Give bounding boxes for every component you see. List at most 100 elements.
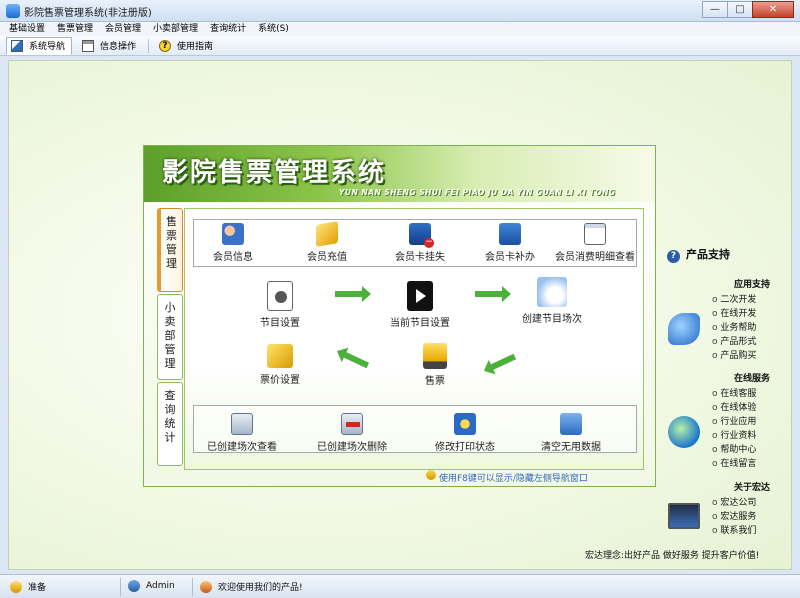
clear-data-button[interactable]: 清空无用数据 [531, 413, 611, 453]
print-status-label: 修改打印状态 [435, 442, 495, 453]
print-status-icon [454, 413, 476, 435]
user-icon [128, 580, 140, 592]
status-user-label: Admin [146, 581, 175, 591]
delete-sessions-button[interactable]: 已创建场次删除 [309, 413, 395, 453]
card-reissue-label: 会员卡补办 [485, 252, 535, 263]
link-service[interactable]: 宏达服务 [712, 510, 756, 524]
tab-info-operation-label: 信息操作 [100, 42, 137, 52]
product-support-label: 产品支持 [686, 248, 730, 261]
panel-banner: 影院售票管理系统 YUN NAN SHENG SHUI FEI PIAO JU … [144, 146, 655, 202]
panel-subtitle: YUN NAN SHENG SHUI FEI PIAO JU DA YIN GU… [339, 188, 616, 197]
status-bar: 准备 Admin 欢迎使用我们的产品! [0, 574, 800, 598]
card-loss-label: 会员卡挂失 [395, 252, 445, 263]
member-recharge-label: 会员充值 [307, 252, 347, 263]
minimize-button[interactable]: — [702, 1, 728, 18]
link-industry-materials[interactable]: 行业资料 [712, 429, 756, 443]
status-ready: 准备 [10, 580, 46, 593]
globe-icon [668, 416, 700, 448]
view-sessions-label: 已创建场次查看 [207, 442, 277, 453]
status-icon [10, 580, 22, 593]
member-info-button[interactable]: 会员信息 [203, 223, 263, 263]
price-settings-button[interactable]: 票价设置 [250, 344, 310, 386]
consumption-detail-label: 会员消费明细查看 [555, 252, 635, 263]
close-button[interactable]: ✕ [752, 1, 794, 18]
status-divider [192, 578, 193, 596]
navigation-panel: 影院售票管理系统 YUN NAN SHENG SHUI FEI PIAO JU … [143, 145, 656, 487]
card-loss-button[interactable]: 会员卡挂失 [385, 223, 455, 263]
card-reissue-button[interactable]: 会员卡补办 [475, 223, 545, 263]
menu-member-management[interactable]: 会员管理 [99, 22, 147, 36]
link-secondary-dev[interactable]: 二次开发 [712, 293, 756, 307]
status-ready-label: 准备 [28, 583, 47, 593]
sell-ticket-button[interactable]: 售票 [410, 343, 460, 387]
create-session-button[interactable]: 创建节目场次 [507, 277, 597, 325]
link-online-trial[interactable]: 在线体验 [712, 401, 756, 415]
sell-ticket-label: 售票 [425, 376, 445, 387]
app-support-list: 二次开发 在线开发 业务帮助 产品形式 产品购买 [712, 293, 756, 363]
tab-user-guide-label: 使用指南 [177, 42, 214, 52]
current-program-label: 当前节目设置 [390, 318, 450, 329]
about-list: 宏达公司 宏达服务 联系我们 [712, 496, 756, 538]
create-session-label: 创建节目场次 [522, 314, 582, 325]
link-company[interactable]: 宏达公司 [712, 496, 756, 510]
tab-info-operation[interactable]: 信息操作 [78, 37, 142, 55]
online-service-heading: 在线服务 [734, 374, 771, 384]
view-sessions-button[interactable]: 已创建场次查看 [199, 413, 285, 453]
maximize-button[interactable]: □ [727, 1, 753, 18]
flow-arrow-left-2 [342, 351, 370, 369]
status-user: Admin [128, 580, 175, 592]
ticket-machine-icon [423, 343, 447, 369]
monitor-icon [668, 503, 700, 529]
link-contact[interactable]: 联系我们 [712, 524, 756, 538]
window-icon [82, 39, 95, 52]
tab-system-navigation-label: 系统导航 [29, 42, 66, 52]
menu-shop-management[interactable]: 小卖部管理 [147, 22, 204, 36]
status-welcome-label: 欢迎使用我们的产品! [218, 583, 303, 593]
link-help-center[interactable]: 帮助中心 [712, 443, 756, 457]
question-icon: ? [667, 250, 680, 263]
flow-arrow-left-1 [489, 353, 517, 371]
print-status-button[interactable]: 修改打印状态 [425, 413, 505, 453]
navigation-icon [11, 39, 23, 52]
title-bar: 影院售票管理系统(非注册版) — □ ✕ [0, 0, 800, 22]
link-online-dev[interactable]: 在线开发 [712, 307, 756, 321]
card-edit-icon [499, 223, 521, 245]
program-settings-button[interactable]: 节目设置 [245, 281, 315, 329]
link-business-help[interactable]: 业务帮助 [712, 321, 756, 335]
tab-system-navigation[interactable]: 系统导航 [6, 36, 73, 55]
cleanup-icon [560, 413, 582, 435]
menu-basic-settings[interactable]: 基础设置 [0, 22, 51, 36]
price-settings-label: 票价设置 [260, 375, 300, 386]
film-reel-icon [267, 281, 293, 311]
current-program-button[interactable]: 当前节目设置 [375, 281, 465, 329]
menu-bar: 基础设置 售票管理 会员管理 小卖部管理 查询统计 系统(S) [0, 22, 800, 36]
side-tab-shop-management[interactable]: 小卖部管理 [157, 294, 183, 380]
link-industry-application[interactable]: 行业应用 [712, 415, 756, 429]
side-tab-query-statistics[interactable]: 查询统计 [157, 382, 183, 466]
help-icon: ? [159, 39, 172, 52]
tab-user-guide[interactable]: ? 使用指南 [155, 37, 219, 55]
link-product-form[interactable]: 产品形式 [712, 335, 756, 349]
menu-ticket-management[interactable]: 售票管理 [51, 22, 99, 36]
side-tab-ticket-management[interactable]: 售票管理 [157, 208, 183, 292]
tip-icon [426, 470, 436, 480]
member-recharge-button[interactable]: 会员充值 [297, 221, 357, 263]
play-icon [407, 281, 433, 311]
status-divider [120, 578, 121, 596]
member-info-label: 会员信息 [213, 252, 253, 263]
document-icon [584, 223, 606, 245]
toolbar: 系统导航 信息操作 ? 使用指南 [0, 36, 800, 56]
panel-content: 会员信息 会员充值 会员卡挂失 会员卡补办 会员消费明细查看 节目设置 当前节目… [184, 208, 644, 470]
price-coins-icon [267, 344, 293, 368]
delete-sessions-label: 已创建场次删除 [317, 442, 387, 453]
menu-system[interactable]: 系统(S) [252, 22, 295, 36]
link-online-support[interactable]: 在线客服 [712, 387, 756, 401]
consumption-detail-button[interactable]: 会员消费明细查看 [553, 223, 637, 263]
flow-arrow-right-2 [475, 286, 511, 302]
clear-data-label: 清空无用数据 [541, 442, 601, 453]
menu-query-statistics[interactable]: 查询统计 [204, 22, 252, 36]
toolbar-separator [148, 38, 150, 53]
link-online-message[interactable]: 在线留言 [712, 457, 756, 471]
panel-title: 影院售票管理系统 [162, 158, 387, 188]
link-product-purchase[interactable]: 产品购买 [712, 349, 756, 363]
